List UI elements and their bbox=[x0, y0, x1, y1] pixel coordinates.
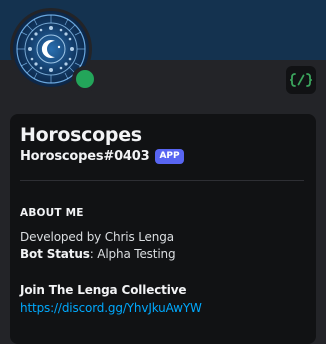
display-name: Horoscopes bbox=[20, 124, 142, 146]
profile-card: Horoscopes Horoscopes#0403 APP ABOUT ME … bbox=[10, 114, 316, 344]
app-badge: APP bbox=[155, 149, 184, 164]
about-bot-status: Bot Status: Alpha Testing bbox=[20, 247, 176, 261]
invite-link[interactable]: https://discord.gg/YhvJkuAwYW bbox=[20, 301, 202, 315]
join-collective-text: Join The Lenga Collective bbox=[20, 283, 187, 297]
bot-status-label: Bot Status bbox=[20, 247, 90, 261]
active-developer-icon bbox=[290, 73, 312, 87]
username: Horoscopes#0403 bbox=[20, 149, 150, 164]
username-row: Horoscopes#0403 APP bbox=[20, 149, 184, 164]
about-developed-by: Developed by Chris Lenga bbox=[20, 230, 174, 244]
about-me-heading: ABOUT ME bbox=[20, 207, 84, 219]
active-developer-badge[interactable] bbox=[286, 66, 316, 94]
divider bbox=[20, 180, 304, 181]
bot-status-value: : Alpha Testing bbox=[89, 247, 176, 261]
online-status-indicator bbox=[72, 66, 98, 92]
